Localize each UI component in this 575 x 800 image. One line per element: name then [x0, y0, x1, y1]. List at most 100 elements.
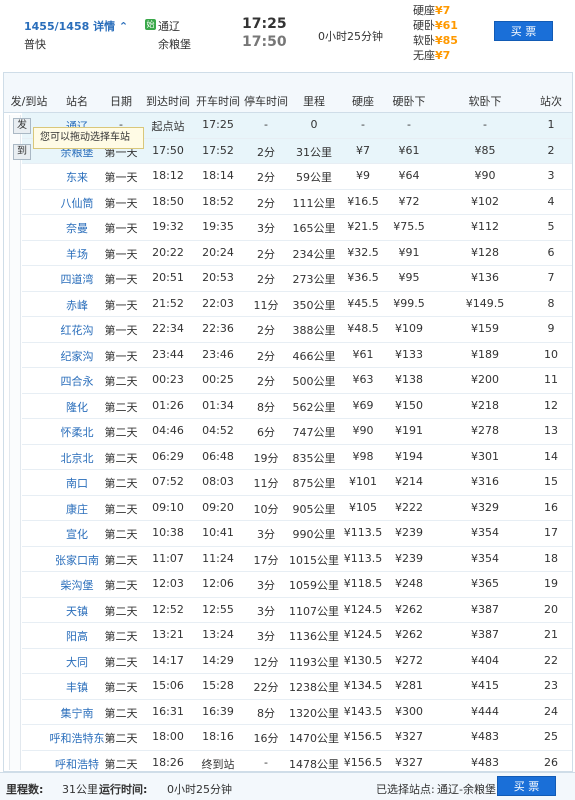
- station-name[interactable]: 奈曼: [66, 220, 88, 236]
- station-name[interactable]: 纪家沟: [61, 348, 94, 364]
- table-row[interactable]: 奈曼 第一天 19:32 19:35 3分 165公里 ¥21.5 ¥75.5 ¥112 5: [22, 215, 572, 241]
- station-name[interactable]: 八仙筒: [61, 195, 94, 211]
- table-row[interactable]: 康庄 第二天 09:10 09:20 10分 905公里 ¥105 ¥222 ¥329 16: [22, 496, 572, 521]
- table-cell: 20:24: [202, 245, 234, 259]
- table-row[interactable]: 集宁南 第二天 16:31 16:39 8分 1320公里 ¥143.5 ¥300 ¥444 24: [22, 700, 572, 725]
- table-cell: 第一天: [104, 298, 138, 312]
- train-code[interactable]: 1455/1458 详情 ⌃: [24, 18, 128, 34]
- table-cell: 第一天: [104, 273, 138, 286]
- table-cell: 23:46: [202, 347, 234, 361]
- table-row[interactable]: 呼和浩特东 第二天 18:00 18:16 16分 1470公里 ¥156.5 ¥327 ¥48…: [22, 725, 572, 751]
- table-cell: 3分: [257, 630, 275, 643]
- station-name[interactable]: 丰镇: [66, 679, 88, 695]
- table-cell: 2分: [257, 247, 275, 261]
- table-row[interactable]: 天镇 第二天 12:52 12:55 3分 1107公里 ¥124.5 ¥262 ¥387 20: [22, 598, 572, 623]
- table-row[interactable]: 羊场 第一天 20:22 20:24 2分 234公里 ¥32.5 ¥91 ¥128 6: [22, 241, 572, 266]
- table-cell: 终到站: [201, 757, 235, 771]
- table-cell: 747公里: [292, 426, 336, 439]
- table-row[interactable]: 八仙筒 第一天 18:50 18:52 2分 111公里 ¥16.5 ¥72 ¥102 4: [22, 190, 572, 215]
- header-cell: 发/到站: [10, 95, 48, 108]
- table-cell: 8分: [257, 400, 275, 414]
- mileage-value: 31公里: [62, 783, 98, 796]
- table-cell: ¥143.5: [343, 704, 383, 718]
- table-row[interactable]: 赤峰 第一天 21:52 22:03 11分 350公里 ¥45.5 ¥99.5 ¥149.5 8: [22, 292, 572, 317]
- table-cell: 11分: [253, 477, 279, 490]
- table-row[interactable]: 东来 第一天 18:12 18:14 2分 59公里 ¥9 ¥64 ¥90 3: [22, 164, 572, 190]
- station-name[interactable]: 宣化: [66, 526, 88, 542]
- table-row[interactable]: 大同 第二天 14:17 14:29 12分 1193公里 ¥130.5 ¥272 ¥404 22: [22, 649, 572, 674]
- table-cell: 第二天: [104, 757, 138, 771]
- buy-ticket-button[interactable]: 买 票: [494, 21, 553, 41]
- station-name[interactable]: 集宁南: [61, 705, 94, 721]
- arrival-drag-handle[interactable]: 到: [13, 144, 31, 160]
- train-code-text[interactable]: 1455/1458: [24, 20, 89, 33]
- table-cell: ¥149.5: [465, 296, 505, 310]
- station-name[interactable]: 红花沟: [61, 322, 94, 338]
- station-name[interactable]: 羊场: [66, 246, 88, 262]
- table-row[interactable]: 丰镇 第二天 15:06 15:28 22分 1238公里 ¥134.5 ¥281 ¥415 23: [22, 674, 572, 700]
- station-name[interactable]: 大同: [66, 654, 88, 670]
- price-item: 硬座¥7: [413, 4, 451, 17]
- table-cell: 06:48: [202, 449, 234, 463]
- station-name[interactable]: 柴沟堡: [61, 577, 94, 593]
- table-cell: ¥262: [395, 602, 423, 616]
- table-cell: ¥327: [395, 755, 423, 769]
- table-cell: 21: [544, 628, 558, 641]
- station-name[interactable]: 阳高: [66, 628, 88, 644]
- table-cell: 14:17: [152, 653, 184, 667]
- table-row[interactable]: 四合永 第二天 00:23 00:25 2分 500公里 ¥63 ¥138 ¥200 11: [22, 368, 572, 394]
- table-cell: 第二天: [104, 732, 138, 745]
- table-cell: 22:34: [152, 322, 184, 335]
- table-cell: ¥316: [471, 475, 499, 488]
- table-row[interactable]: 张家口南 第二天 11:07 11:24 17分 1015公里 ¥113.5 ¥239 ¥354…: [22, 547, 572, 572]
- table-row[interactable]: 隆化 第二天 01:26 01:34 8分 562公里 ¥69 ¥150 ¥218 12: [22, 394, 572, 419]
- station-name[interactable]: 康庄: [66, 501, 88, 517]
- station-name[interactable]: 张家口南: [55, 552, 99, 568]
- table-row[interactable]: 怀柔北 第二天 04:46 04:52 6分 747公里 ¥90 ¥191 ¥278 13: [22, 419, 572, 445]
- table-row[interactable]: 纪家沟 第一天 23:44 23:46 2分 466公里 ¥61 ¥133 ¥189 10: [22, 343, 572, 368]
- station-name[interactable]: 怀柔北: [61, 424, 94, 440]
- table-cell: 9: [547, 322, 555, 335]
- drag-track[interactable]: [9, 115, 21, 770]
- footer-buy-button[interactable]: 买 票: [497, 776, 556, 796]
- table-cell: 466公里: [292, 349, 336, 363]
- train-type: 普快: [24, 38, 46, 51]
- station-name[interactable]: 赤峰: [66, 297, 88, 313]
- station-name[interactable]: 天镇: [66, 603, 88, 619]
- table-cell: ¥327: [395, 730, 423, 743]
- header-cell: 站名: [66, 95, 88, 108]
- departure-drag-handle[interactable]: 发: [13, 118, 31, 134]
- table-cell: 18:52: [202, 194, 234, 208]
- table-cell: 17:52: [202, 143, 234, 157]
- station-name[interactable]: 呼和浩特东: [50, 730, 105, 746]
- station-name[interactable]: 四道湾: [61, 271, 94, 287]
- station-name[interactable]: 四合永: [61, 373, 94, 389]
- header-cell: 日期: [110, 95, 132, 108]
- detail-toggle[interactable]: 详情 ⌃: [93, 20, 128, 33]
- table-row[interactable]: 四道湾 第一天 20:51 20:53 2分 273公里 ¥36.5 ¥95 ¥136 7: [22, 266, 572, 292]
- table-row[interactable]: 宣化 第二天 10:38 10:41 3分 990公里 ¥113.5 ¥239 ¥354 17: [22, 521, 572, 547]
- table-row[interactable]: 柴沟堡 第二天 12:03 12:06 3分 1059公里 ¥118.5 ¥248 ¥365 19: [22, 572, 572, 598]
- table-cell: 12:06: [202, 577, 234, 590]
- price-item: 软卧¥85: [413, 34, 458, 47]
- table-cell: 第二天: [104, 426, 138, 439]
- station-name[interactable]: 东来: [66, 169, 88, 185]
- table-row[interactable]: 阳高 第二天 13:21 13:24 3分 1136公里 ¥124.5 ¥262 ¥387 21: [22, 623, 572, 649]
- table-cell: ¥248: [395, 577, 423, 590]
- table-cell: 第一天: [104, 196, 138, 210]
- table-cell: 17: [544, 526, 558, 539]
- table-row[interactable]: 南口 第二天 07:52 08:03 11分 875公里 ¥101 ¥214 ¥316 15: [22, 470, 572, 496]
- table-row[interactable]: 红花沟 第一天 22:34 22:36 2分 388公里 ¥48.5 ¥109 ¥159 9: [22, 317, 572, 343]
- station-name[interactable]: 呼和浩特: [55, 756, 99, 772]
- table-cell: 第二天: [104, 579, 138, 592]
- table-cell: ¥134.5: [343, 679, 383, 692]
- station-name[interactable]: 南口: [66, 475, 88, 491]
- table-cell: ¥218: [471, 398, 499, 412]
- station-name[interactable]: 北京北: [61, 450, 94, 466]
- table-row[interactable]: 北京北 第二天 06:29 06:48 19分 835公里 ¥98 ¥194 ¥301 14: [22, 445, 572, 470]
- table-cell: ¥444: [471, 704, 499, 718]
- table-cell: 11分: [253, 298, 279, 312]
- table-cell: 14:29: [202, 653, 234, 667]
- table-cell: 1107公里: [289, 604, 339, 618]
- station-name[interactable]: 隆化: [66, 399, 88, 415]
